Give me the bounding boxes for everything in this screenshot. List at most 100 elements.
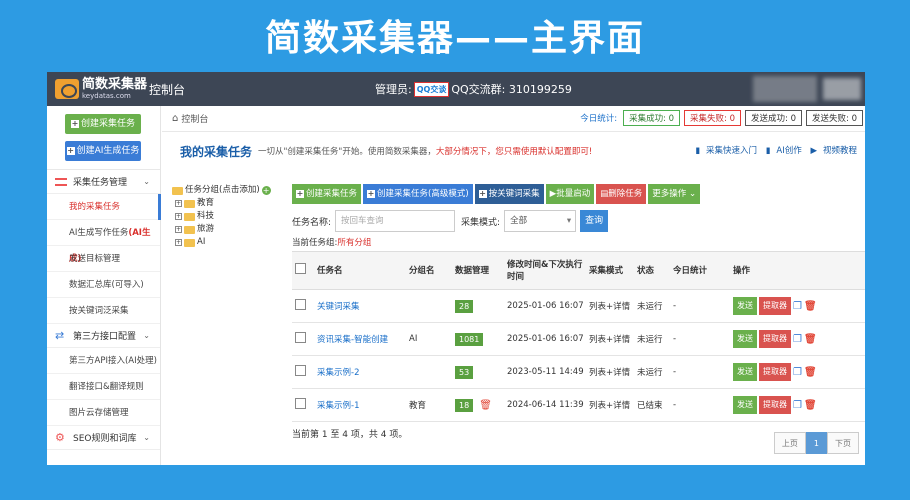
task-mode: 列表+详情 [586, 355, 634, 389]
extractor-button[interactable]: 提取器 [759, 363, 791, 381]
extractor-button[interactable]: 提取器 [759, 330, 791, 348]
task-today-stat: - [670, 322, 730, 356]
tree-node[interactable]: + AI [172, 236, 290, 249]
link-quick-start[interactable]: ▮ 采集快速入门 [695, 146, 757, 156]
copy-icon[interactable]: ❐ [793, 334, 802, 345]
logo[interactable]: 简数采集器 keydatas.com [47, 78, 147, 100]
tree-root[interactable]: 任务分组(点击添加) + [172, 184, 290, 197]
sidebar-item-translate[interactable]: 翻译接口&翻译规则 [47, 374, 160, 400]
row-checkbox[interactable] [295, 365, 306, 376]
task-status: 未运行 [634, 322, 670, 356]
delete-icon[interactable]: 🗑 [804, 400, 817, 411]
data-count-badge[interactable]: 28 [455, 299, 474, 313]
menu-group-third-party[interactable]: ⇄ 第三方接口配置 ⌄ [47, 324, 160, 348]
task-today-stat: - [670, 289, 730, 323]
home-icon[interactable]: ⌂ [172, 113, 178, 124]
expand-icon[interactable]: + [175, 239, 182, 246]
send-button[interactable]: 发送 [733, 330, 757, 348]
task-table: 任务名 分组名 数据管理 修改时间&下次执行时间 采集模式 状态 今日统计 操作… [292, 251, 865, 422]
data-count-badge[interactable]: 53 [455, 365, 474, 379]
logo-domain: keydatas.com [82, 92, 131, 100]
banner-title: 简数采集器——主界面 [264, 18, 645, 59]
task-group: AI [406, 322, 452, 356]
task-name-link[interactable]: 采集示例-2 [314, 355, 406, 389]
copy-icon[interactable]: ❐ [793, 400, 802, 411]
next-page-button[interactable]: 下页 [827, 432, 859, 454]
plus-icon: + [367, 189, 376, 198]
folder-icon [184, 212, 195, 221]
tree-node[interactable]: + 教育 [172, 197, 290, 210]
task-name-link[interactable]: 采集示例-1 [314, 388, 406, 422]
extractor-button[interactable]: 提取器 [759, 297, 791, 315]
mode-select[interactable]: 全部 [504, 210, 577, 232]
send-button[interactable]: 发送 [733, 297, 757, 315]
delete-icon[interactable]: 🗑 [804, 334, 817, 345]
console-title[interactable]: 控制台 [149, 81, 185, 98]
task-name-link[interactable]: 资讯采集-智能创建 [314, 322, 406, 356]
send-button[interactable]: 发送 [733, 396, 757, 414]
sidebar-item-my-tasks[interactable]: 我的采集任务 [47, 194, 161, 220]
data-count-badge[interactable]: 18 [455, 398, 474, 412]
sidebar-item-ai-tasks[interactable]: AI生成写作任务(AI生成) [47, 220, 160, 264]
page-description: 一切从"创建采集任务"开始。使用简数采集器，大部分情况下，您只需使用默认配置即可… [258, 147, 593, 157]
copy-icon[interactable]: ❐ [793, 301, 802, 312]
task-name-input[interactable]: 按回车查询 [335, 210, 456, 232]
col-data: 数据管理 [452, 251, 504, 290]
folder-icon [184, 238, 195, 247]
task-today-stat: - [670, 388, 730, 422]
table-row: 采集示例-1 教育 18 🗑 2024-06-14 11:39 列表+详情 已结束… [292, 388, 865, 422]
trash-icon[interactable]: 🗑 [479, 400, 492, 411]
keyword-collect-button[interactable]: + 按关键词采集 [474, 184, 544, 204]
folder-icon [184, 199, 195, 208]
prev-page-button[interactable]: 上页 [773, 432, 806, 454]
copy-icon[interactable]: ❐ [793, 367, 802, 378]
data-count-badge[interactable]: 1081 [455, 332, 484, 346]
batch-start-button[interactable]: ▶批量启动 [545, 184, 595, 204]
create-task-button[interactable]: + 创建采集任务 [65, 114, 141, 134]
link-video-tutorial[interactable]: ▶ 视频教程 [810, 146, 857, 156]
menu-group-task-management[interactable]: 采集任务管理 ⌄ [47, 170, 160, 194]
sidebar-item-data-library[interactable]: 数据汇总库(可导入) [47, 272, 160, 298]
breadcrumb-label[interactable]: 控制台 [181, 112, 208, 125]
task-mode: 列表+详情 [586, 289, 634, 323]
folder-icon [172, 186, 183, 195]
qq-chat-badge[interactable]: QQ交谈 [413, 81, 450, 97]
menu-group-seo[interactable]: ⚙ SEO规则和词库 ⌄ [47, 426, 160, 450]
page-1-button[interactable]: 1 [805, 432, 827, 454]
delete-icon[interactable]: 🗑 [804, 301, 817, 312]
chevron-down-icon: ⌄ [143, 177, 150, 186]
expand-icon[interactable]: + [175, 200, 182, 207]
sidebar-item-api[interactable]: 第三方API接入(AI处理) [47, 348, 160, 374]
query-button[interactable]: 查询 [580, 210, 609, 232]
extractor-button[interactable]: 提取器 [759, 396, 791, 414]
swap-icon: ⇄ [55, 328, 65, 342]
expand-icon[interactable]: + [175, 226, 182, 233]
sidebar-item-keyword-collect[interactable]: 按关键词泛采集 [47, 298, 160, 324]
tree-node[interactable]: + 旅游 [172, 223, 290, 236]
link-ai-create[interactable]: ▮ AI创作 [766, 146, 802, 156]
task-name-link[interactable]: 关键词采集 [314, 289, 406, 323]
col-task-name: 任务名 [314, 251, 406, 290]
more-actions-button[interactable]: 更多操作 ⌄ [648, 184, 701, 204]
main-content: ⌂ 控制台 今日统计: 采集成功: 0 采集失败: 0 发送成功: 0 发送失败… [162, 106, 865, 465]
select-all-checkbox[interactable] [295, 263, 306, 274]
tree-node[interactable]: + 科技 [172, 210, 290, 223]
row-checkbox[interactable] [295, 299, 306, 310]
row-checkbox[interactable] [295, 398, 306, 409]
delete-icon[interactable]: 🗑 [804, 367, 817, 378]
create-task-advanced-button[interactable]: + 创建采集任务(高级模式) [363, 184, 473, 204]
task-status: 已结束 [634, 388, 670, 422]
send-button[interactable]: 发送 [733, 363, 757, 381]
sidebar-item-image-storage[interactable]: 图片云存储管理 [47, 400, 160, 426]
row-checkbox[interactable] [295, 332, 306, 343]
delete-task-button[interactable]: ▤删除任务 [596, 184, 647, 204]
today-stats: 今日统计: 采集成功: 0 采集失败: 0 发送成功: 0 发送失败: 0 [580, 110, 863, 126]
expand-icon[interactable]: + [175, 213, 182, 220]
create-task-toolbar-button[interactable]: + 创建采集任务 [292, 184, 362, 204]
create-ai-task-button[interactable]: + 创建AI生成任务 [65, 141, 141, 161]
add-group-icon[interactable]: + [261, 186, 271, 195]
sidebar-item-send-targets[interactable]: 发送目标管理 [47, 246, 160, 272]
sidebar-menu: 采集任务管理 ⌄ 我的采集任务 AI生成写作任务(AI生成) 发送目标管理 数据… [47, 169, 161, 450]
chevron-down-icon: ⌄ [143, 331, 150, 340]
logo-icon [55, 79, 79, 99]
